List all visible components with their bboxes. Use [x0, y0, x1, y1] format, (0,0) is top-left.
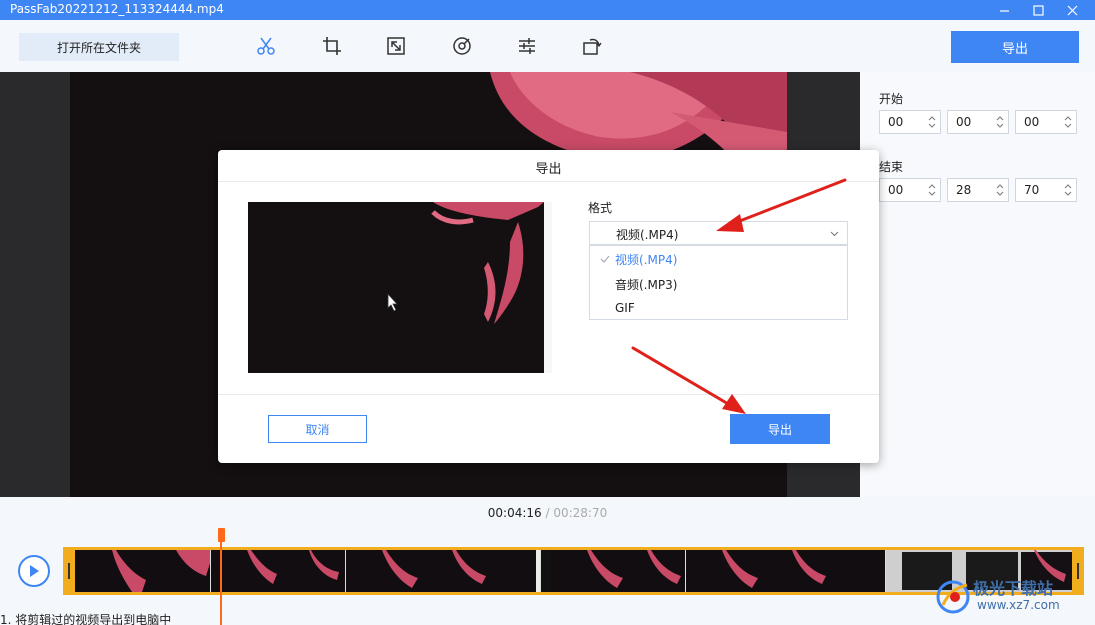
start-label: 开始 — [879, 92, 904, 106]
export-toolbar-button[interactable]: 导出 — [951, 31, 1079, 63]
format-label: 格式 — [588, 201, 613, 215]
dialog-preview-image — [248, 202, 552, 373]
crop-tool[interactable] — [321, 35, 343, 57]
bottom-caption: 1. 将剪辑过的视频导出到电脑中 — [0, 613, 172, 625]
play-icon — [30, 565, 39, 577]
crop-icon — [323, 37, 341, 55]
spin-arrows-icon — [928, 184, 936, 196]
spin-arrows-icon — [1064, 184, 1072, 196]
watermark-logo-icon — [936, 580, 970, 614]
dialog-divider — [218, 394, 879, 395]
end-seconds-input[interactable]: 70 — [1015, 178, 1077, 202]
format-dropdown-menu: 视频(.MP4) 音频(.MP3) GIF — [589, 245, 848, 320]
export-dialog: 导出 格式 视频(.MP4) 视频(.MP4) 音频(.MP3) GIF 取消 … — [218, 150, 879, 463]
timeline-thumbnail — [551, 550, 686, 592]
timeline-thumbnail — [76, 550, 211, 592]
timeline-thumbnail — [211, 550, 346, 592]
site-watermark: 极光下载站 www.xz7.com — [935, 573, 1090, 621]
toolbar: 打开所在文件夹 导出 — [0, 20, 1095, 72]
scissors-icon — [257, 37, 275, 55]
timeline-thumbnail — [686, 550, 886, 592]
playhead-handle[interactable] — [218, 528, 225, 542]
chevron-down-icon — [830, 231, 839, 237]
adjust-icon — [519, 38, 535, 54]
resize-icon — [387, 37, 405, 55]
spin-arrows-icon — [996, 116, 1004, 128]
scissors-tool[interactable] — [255, 35, 277, 57]
format-select[interactable]: 视频(.MP4) — [589, 221, 848, 245]
maximize-icon — [1032, 4, 1044, 16]
watermark-line1: 极光下载站 — [973, 579, 1054, 598]
format-option-mp3[interactable]: 音频(.MP3) — [590, 271, 847, 296]
start-hours-input[interactable]: 00 — [879, 110, 941, 134]
rotate-icon — [583, 38, 602, 55]
dialog-title: 导出 — [218, 150, 879, 182]
current-time: 00:04:16 — [487, 506, 542, 520]
open-folder-button[interactable]: 打开所在文件夹 — [19, 33, 179, 61]
time-separator: / — [541, 506, 554, 520]
minimize-button[interactable] — [987, 0, 1021, 20]
close-icon — [1067, 5, 1077, 15]
rotate-tool[interactable] — [581, 35, 603, 57]
spin-arrows-icon — [928, 116, 936, 128]
format-option-gif[interactable]: GIF — [590, 296, 847, 321]
start-seconds-input[interactable]: 00 — [1015, 110, 1077, 134]
speed-tool[interactable] — [451, 35, 473, 57]
format-select-value: 视频(.MP4) — [616, 228, 679, 242]
title-bar: PassFab20221212_113324444.mp4 — [0, 0, 1095, 20]
cancel-button[interactable]: 取消 — [268, 415, 367, 443]
trim-start-handle[interactable] — [63, 547, 75, 595]
spin-arrows-icon — [1064, 116, 1072, 128]
maximize-button[interactable] — [1021, 0, 1055, 20]
minimize-icon — [999, 9, 1009, 12]
end-hours-input[interactable]: 00 — [879, 178, 941, 202]
spin-arrows-icon — [996, 184, 1004, 196]
resize-tool[interactable] — [385, 35, 407, 57]
adjust-tool[interactable] — [516, 35, 538, 57]
timeline-thumbnail — [346, 550, 541, 592]
watermark-line2: www.xz7.com — [977, 598, 1060, 612]
time-range-panel: 开始 00 00 00 结束 00 28 70 — [860, 72, 1095, 497]
start-minutes-input[interactable]: 00 — [947, 110, 1009, 134]
playhead-line — [220, 528, 222, 625]
format-option-mp4[interactable]: 视频(.MP4) — [590, 246, 847, 271]
timeline-track[interactable] — [63, 547, 1084, 595]
speed-icon — [453, 37, 471, 55]
close-button[interactable] — [1055, 0, 1089, 20]
total-time: 00:28:70 — [553, 506, 608, 520]
end-minutes-input[interactable]: 28 — [947, 178, 1009, 202]
play-button[interactable] — [18, 555, 50, 587]
end-label: 结束 — [879, 160, 904, 174]
playback-time: 00:04:16 / 00:28:70 — [0, 497, 1095, 527]
export-button[interactable]: 导出 — [730, 414, 830, 444]
check-icon — [600, 255, 610, 263]
window-title: PassFab20221212_113324444.mp4 — [10, 2, 224, 16]
